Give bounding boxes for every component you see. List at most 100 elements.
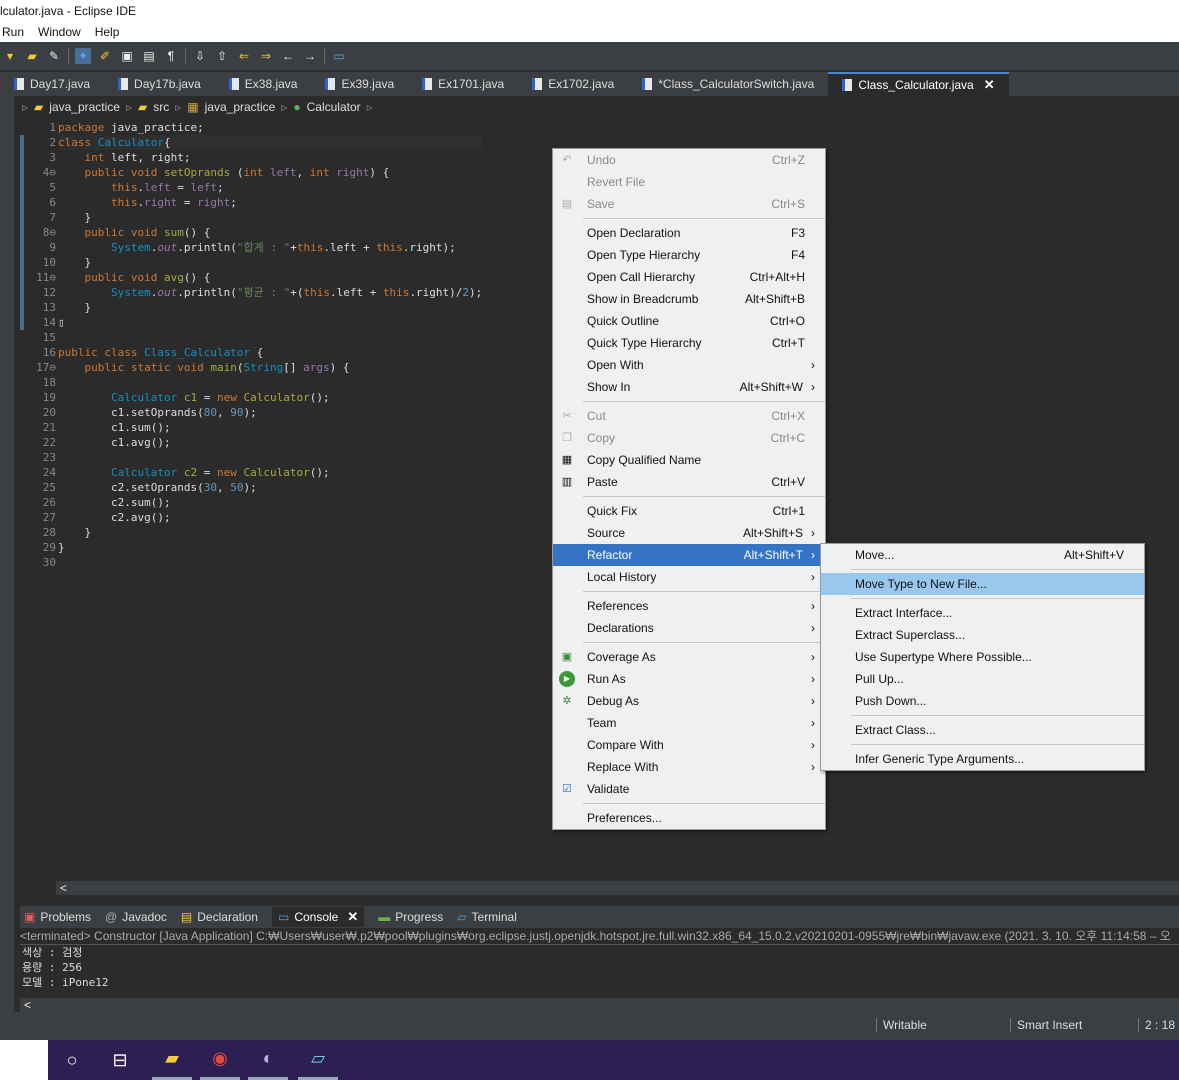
code-line[interactable]: c2.sum();	[58, 495, 482, 510]
refactor-item-move-type-to-new-file[interactable]: Move Type to New File...	[821, 573, 1144, 595]
tab-javadoc[interactable]: @ Javadoc	[105, 910, 167, 924]
code-line[interactable]: c1.setOprands(80, 90);	[58, 405, 482, 420]
ctx-item-show-in-breadcrumb[interactable]: Show in Breadcrumb Alt+Shift+B	[553, 288, 825, 310]
console-horizontal-scrollbar[interactable]: <	[20, 998, 1179, 1012]
tab-problems[interactable]: ▣ Problems	[24, 910, 91, 924]
ctx-item-preferences[interactable]: Preferences...	[553, 807, 825, 829]
ctx-item-quick-fix[interactable]: Quick Fix Ctrl+1	[553, 500, 825, 522]
ctx-item-declarations[interactable]: Declarations ›	[553, 617, 825, 639]
back-icon[interactable]: ←	[280, 48, 296, 64]
ctx-item-cut[interactable]: ✂ Cut Ctrl+X	[553, 405, 825, 427]
next-annotation-icon[interactable]: ⇩	[192, 48, 208, 64]
ctx-item-paste[interactable]: ▥ Paste Ctrl+V	[553, 471, 825, 493]
refactor-item-extract-interface[interactable]: Extract Interface...	[821, 602, 1144, 624]
code-line[interactable]: System.out.println("합계 : "+this.left + t…	[58, 240, 482, 255]
code-line[interactable]: class Calculator{	[58, 135, 483, 150]
code-line[interactable]	[58, 375, 482, 390]
code-line[interactable]: c1.avg();	[58, 435, 482, 450]
code-line[interactable]: c2.avg();	[58, 510, 482, 525]
code-line[interactable]: Calculator c1 = new Calculator();	[58, 390, 482, 405]
code-line[interactable]: this.right = right;	[58, 195, 482, 210]
menu-window[interactable]: Window	[36, 22, 83, 42]
code-line[interactable]: c2.setOprands(30, 50);	[58, 480, 482, 495]
code-line[interactable]: ▯	[58, 315, 482, 330]
ctx-item-refactor[interactable]: Refactor Alt+Shift+T ›	[553, 544, 825, 566]
forward-icon[interactable]: →	[302, 48, 318, 64]
breadcrumb-project[interactable]: java_practice	[49, 100, 120, 114]
pin-editor-icon[interactable]: ▭	[331, 48, 347, 64]
ctx-item-open-declaration[interactable]: Open Declaration F3	[553, 222, 825, 244]
block-select-icon[interactable]: ▣	[119, 48, 135, 64]
code-line[interactable]: c1.sum();	[58, 420, 482, 435]
start-button[interactable]	[0, 1040, 48, 1080]
refactor-item-extract-class[interactable]: Extract Class...	[821, 719, 1144, 741]
tab-declaration[interactable]: ▤ Declaration	[181, 910, 258, 924]
code-line[interactable]: }	[58, 255, 482, 270]
ctx-item-run-as[interactable]: ▶ Run As ›	[553, 668, 825, 690]
tab-day17b[interactable]: Day17b.java	[104, 72, 215, 96]
tab-ex39[interactable]: Ex39.java	[311, 72, 408, 96]
ctx-item-undo[interactable]: ↶ Undo Ctrl+Z	[553, 149, 825, 171]
tab-terminal[interactable]: ▱ Terminal	[457, 910, 517, 924]
tab-console[interactable]: ▭ Console ✕	[271, 907, 365, 927]
ctx-item-quick-outline[interactable]: Quick Outline Ctrl+O	[553, 310, 825, 332]
code-line[interactable]: System.out.println("평균 : "+(this.left + …	[58, 285, 482, 300]
refactor-item-move[interactable]: Move... Alt+Shift+V	[821, 544, 1144, 566]
code-line[interactable]: this.left = left;	[58, 180, 482, 195]
tab-class-calculator[interactable]: Class_Calculator.java ✕	[828, 72, 1009, 96]
prev-annotation-icon[interactable]: ⇧	[214, 48, 230, 64]
notepad-icon[interactable]: ▱	[298, 1040, 338, 1080]
tab-ex1701[interactable]: Ex1701.java	[408, 72, 518, 96]
code-line[interactable]: }	[58, 300, 482, 315]
code-line[interactable]	[58, 330, 482, 345]
code-line[interactable]: public void setOprands (int left, int ri…	[58, 165, 482, 180]
dropdown-icon[interactable]: ▾	[2, 48, 18, 64]
back-edit-icon[interactable]: ⇐	[236, 48, 252, 64]
tab-class-calculator-switch[interactable]: *Class_CalculatorSwitch.java	[628, 72, 828, 96]
code-line[interactable]	[58, 555, 482, 570]
file-explorer-icon[interactable]: ▰	[152, 1040, 192, 1080]
toggle-mark-icon[interactable]: ✦	[75, 48, 91, 64]
code-line[interactable]: public void avg() {	[58, 270, 482, 285]
menu-run[interactable]: Run	[0, 22, 26, 42]
code-text[interactable]: package java_practice; class Calculator{ …	[58, 120, 483, 570]
forward-edit-icon[interactable]: ⇒	[258, 48, 274, 64]
refactor-item-pull-up[interactable]: Pull Up...	[821, 668, 1144, 690]
ctx-item-open-type-hierarchy[interactable]: Open Type Hierarchy F4	[553, 244, 825, 266]
code-line[interactable]: int left, right;	[58, 150, 482, 165]
ctx-item-open-with[interactable]: Open With ›	[553, 354, 825, 376]
pilcrow-icon[interactable]: ¶	[163, 48, 179, 64]
ctx-item-validate[interactable]: ☑ Validate	[553, 778, 825, 800]
ctx-item-local-history[interactable]: Local History ›	[553, 566, 825, 588]
close-icon[interactable]: ✕	[984, 77, 995, 93]
code-line[interactable]: Calculator c2 = new Calculator();	[58, 465, 482, 480]
ctx-item-coverage-as[interactable]: ▣ Coverage As ›	[553, 646, 825, 668]
code-line[interactable]: package java_practice;	[58, 120, 482, 135]
refactor-item-infer-generic-type-arguments[interactable]: Infer Generic Type Arguments...	[821, 748, 1144, 770]
refactor-item-extract-superclass[interactable]: Extract Superclass...	[821, 624, 1144, 646]
code-line[interactable]: public class Class_Calculator {	[58, 345, 482, 360]
ctx-item-references[interactable]: References ›	[553, 595, 825, 617]
breadcrumb-package[interactable]: java_practice	[205, 100, 276, 114]
chrome-icon[interactable]: ◉	[200, 1040, 240, 1080]
tab-ex38[interactable]: Ex38.java	[215, 72, 312, 96]
menu-help[interactable]: Help	[93, 22, 122, 42]
open-folder-icon[interactable]: ▰	[24, 48, 40, 64]
ctx-item-quick-type-hierarchy[interactable]: Quick Type Hierarchy Ctrl+T	[553, 332, 825, 354]
search-icon[interactable]: ○	[52, 1040, 92, 1080]
highlight-icon[interactable]: ✐	[97, 48, 113, 64]
list-icon[interactable]: ▤	[141, 48, 157, 64]
tab-progress[interactable]: ▬ Progress	[378, 910, 443, 924]
ctx-item-debug-as[interactable]: ✲ Debug As ›	[553, 690, 825, 712]
refactor-item-push-down[interactable]: Push Down...	[821, 690, 1144, 712]
breadcrumb-class[interactable]: Calculator	[307, 100, 361, 114]
code-line[interactable]: public void sum() {	[58, 225, 482, 240]
ctx-item-copy[interactable]: ❐ Copy Ctrl+C	[553, 427, 825, 449]
code-line[interactable]	[58, 450, 482, 465]
ctx-item-copy-qualified-name[interactable]: ▦ Copy Qualified Name	[553, 449, 825, 471]
ctx-item-compare-with[interactable]: Compare With ›	[553, 734, 825, 756]
tab-ex1702[interactable]: Ex1702.java	[518, 72, 628, 96]
ctx-item-save[interactable]: ▤ Save Ctrl+S	[553, 193, 825, 215]
code-line[interactable]: }	[58, 525, 482, 540]
code-line[interactable]: }	[58, 540, 482, 555]
